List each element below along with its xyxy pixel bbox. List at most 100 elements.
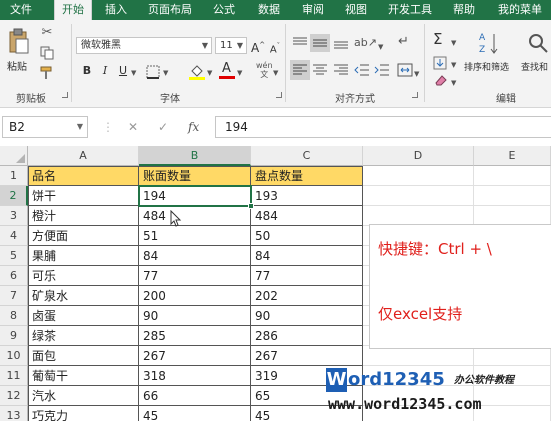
autosum-icon[interactable]: Σ: [433, 32, 442, 47]
column-header-d[interactable]: D: [363, 146, 474, 166]
table-cell[interactable]: 200: [139, 286, 251, 306]
table-header-cell[interactable]: 品名: [28, 166, 139, 186]
table-cell[interactable]: 橙汁: [28, 206, 139, 226]
wrap-text-icon[interactable]: ↵: [398, 35, 409, 49]
underline-button[interactable]: U: [116, 64, 130, 78]
tab-data[interactable]: 数据: [250, 0, 288, 20]
table-cell[interactable]: 绿茶: [28, 326, 139, 346]
column-header-a[interactable]: A: [28, 146, 139, 166]
sort-filter-button[interactable]: A Z 排序和筛选: [464, 30, 518, 86]
row-header-2[interactable]: 2: [0, 186, 28, 206]
clear-icon[interactable]: [433, 74, 447, 86]
top-align-icon[interactable]: [292, 36, 308, 50]
row-header-3[interactable]: 3: [0, 206, 28, 226]
cancel-icon[interactable]: ✕: [128, 118, 138, 136]
chevron-down-icon[interactable]: ▼: [451, 76, 456, 90]
row-header-5[interactable]: 5: [0, 246, 28, 266]
middle-align-icon[interactable]: [312, 36, 328, 50]
table-cell[interactable]: [474, 166, 551, 186]
chevron-down-icon[interactable]: ▼: [273, 66, 278, 80]
fill-handle[interactable]: [248, 203, 254, 209]
table-cell[interactable]: 84: [139, 246, 251, 266]
table-cell[interactable]: [363, 206, 474, 226]
table-cell[interactable]: 90: [139, 306, 251, 326]
table-cell[interactable]: 90: [251, 306, 363, 326]
table-cell[interactable]: 77: [139, 266, 251, 286]
tab-my-menu[interactable]: 我的菜单: [492, 0, 548, 20]
row-header-7[interactable]: 7: [0, 286, 28, 306]
clipboard-launcher-icon[interactable]: [62, 92, 68, 98]
alignment-launcher-icon[interactable]: [412, 92, 418, 98]
tab-file[interactable]: 文件: [2, 0, 40, 20]
table-cell[interactable]: 193: [251, 186, 363, 206]
row-header-9[interactable]: 9: [0, 326, 28, 346]
table-cell[interactable]: 285: [139, 326, 251, 346]
formula-input[interactable]: 194: [215, 116, 551, 138]
table-cell[interactable]: 51: [139, 226, 251, 246]
font-color-button[interactable]: A: [219, 62, 235, 80]
font-size-dropdown[interactable]: 11 ▼: [215, 37, 247, 54]
row-header-8[interactable]: 8: [0, 306, 28, 326]
column-header-e[interactable]: E: [474, 146, 551, 166]
tab-review[interactable]: 审阅: [294, 0, 332, 20]
column-header-b[interactable]: B: [139, 146, 251, 166]
chevron-down-icon[interactable]: ▼: [451, 36, 456, 50]
table-cell[interactable]: 318: [139, 366, 251, 386]
borders-icon[interactable]: [146, 65, 160, 79]
tab-help[interactable]: 帮助: [445, 0, 483, 20]
tab-page-layout[interactable]: 页面布局: [142, 0, 198, 20]
table-cell[interactable]: 面包: [28, 346, 139, 366]
align-center-icon[interactable]: [312, 63, 328, 77]
table-cell[interactable]: [363, 346, 474, 366]
table-cell[interactable]: 77: [251, 266, 363, 286]
table-cell[interactable]: 484: [139, 206, 251, 226]
table-cell[interactable]: 286: [251, 326, 363, 346]
chevron-down-icon[interactable]: ▼: [237, 66, 242, 80]
chevron-down-icon[interactable]: ▼: [451, 58, 456, 72]
name-box[interactable]: B2 ▼: [2, 116, 88, 138]
table-cell[interactable]: 饼干: [28, 186, 139, 206]
italic-button[interactable]: I: [98, 64, 112, 78]
table-header-cell[interactable]: 盘点数量: [251, 166, 363, 186]
table-header-cell[interactable]: 账面数量: [139, 166, 251, 186]
copy-icon[interactable]: [40, 46, 54, 60]
row-header-1[interactable]: 1: [0, 166, 28, 186]
table-cell[interactable]: 45: [139, 406, 251, 421]
table-cell[interactable]: 484: [251, 206, 363, 226]
row-header-4[interactable]: 4: [0, 226, 28, 246]
tab-insert[interactable]: 插入: [97, 0, 135, 20]
table-cell[interactable]: [474, 346, 551, 366]
chevron-down-icon[interactable]: ▼: [378, 40, 383, 54]
column-header-c[interactable]: C: [251, 146, 363, 166]
table-cell[interactable]: [474, 186, 551, 206]
row-header-6[interactable]: 6: [0, 266, 28, 286]
decrease-indent-icon[interactable]: [354, 63, 370, 77]
table-cell[interactable]: 50: [251, 226, 363, 246]
row-header-13[interactable]: 13: [0, 406, 28, 421]
insert-function-icon[interactable]: fx: [188, 118, 199, 136]
tab-view[interactable]: 视图: [337, 0, 375, 20]
align-left-icon[interactable]: [292, 63, 308, 77]
tab-developer[interactable]: 开发工具: [382, 0, 438, 20]
fill-down-icon[interactable]: [433, 56, 447, 70]
enter-icon[interactable]: ✓: [158, 118, 168, 136]
tab-formulas[interactable]: 公式: [205, 0, 243, 20]
fill-color-icon[interactable]: [189, 63, 205, 80]
table-cell[interactable]: 84: [251, 246, 363, 266]
bottom-align-icon[interactable]: [333, 36, 349, 50]
chevron-down-icon[interactable]: ▼: [207, 66, 212, 80]
row-header-10[interactable]: 10: [0, 346, 28, 366]
table-cell[interactable]: 卤蛋: [28, 306, 139, 326]
shrink-font-button[interactable]: Aˇ: [268, 39, 282, 57]
tab-home[interactable]: 开始: [54, 0, 92, 20]
chevron-down-icon[interactable]: ▼: [131, 66, 136, 80]
table-cell[interactable]: 汽水: [28, 386, 139, 406]
table-cell[interactable]: [363, 166, 474, 186]
align-right-icon[interactable]: [333, 63, 349, 77]
bold-button[interactable]: B: [80, 64, 94, 78]
merge-center-icon[interactable]: [397, 63, 413, 77]
font-launcher-icon[interactable]: [276, 92, 282, 98]
increase-indent-icon[interactable]: [374, 63, 390, 77]
table-cell[interactable]: 矿泉水: [28, 286, 139, 306]
format-painter-icon[interactable]: [40, 66, 54, 80]
